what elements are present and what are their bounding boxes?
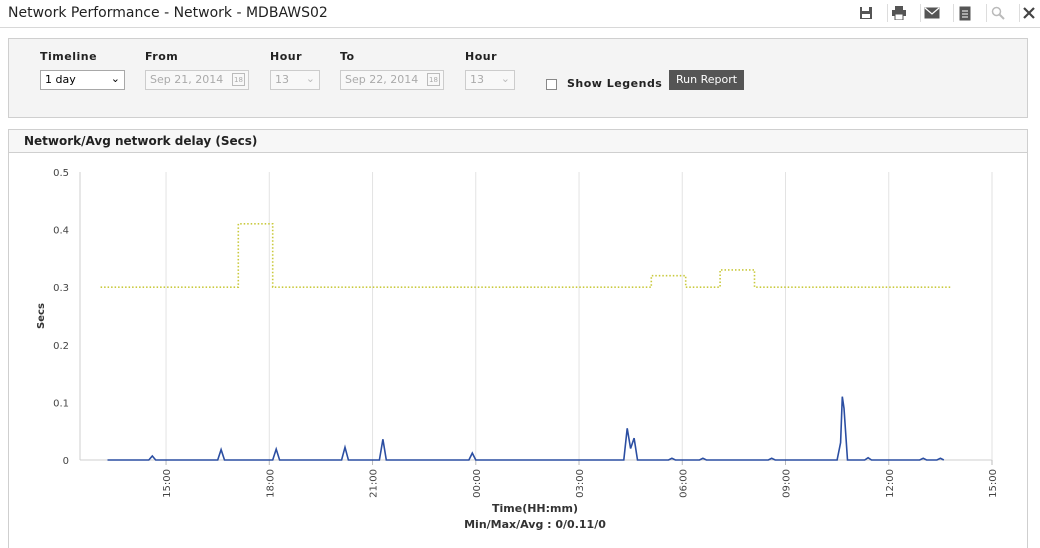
mail-icon[interactable] xyxy=(921,4,943,22)
chart-header: Network/Avg network delay (Secs) xyxy=(9,130,1027,153)
window-title: Network Performance - Network - MDBAWS02 xyxy=(8,5,328,21)
search-icon[interactable] xyxy=(987,4,1009,22)
from-hour-select[interactable]: 13 ⌄ xyxy=(270,70,320,90)
from-date-value: Sep 21, 2014 xyxy=(150,73,224,86)
chevron-down-icon: ⌄ xyxy=(110,72,120,85)
chevron-down-icon: ⌄ xyxy=(500,72,510,85)
run-report-button[interactable]: Run Report xyxy=(669,70,745,90)
chart-title: Network/Avg network delay (Secs) xyxy=(24,134,258,148)
chevron-down-icon: ⌄ xyxy=(305,72,315,85)
window-title-bar: Network Performance - Network - MDBAWS02 xyxy=(0,0,1040,28)
timeline-select[interactable]: 1 day ⌄ xyxy=(40,70,125,90)
to-date-value: Sep 22, 2014 xyxy=(345,73,419,86)
from-label: From xyxy=(145,50,179,63)
filter-panel: Timeline 1 day ⌄ From Sep 21, 2014 18 Ho… xyxy=(8,38,1028,118)
chart-panel: Network/Avg network delay (Secs) xyxy=(8,129,1028,548)
calendar-icon[interactable]: 18 xyxy=(427,73,440,86)
save-icon[interactable] xyxy=(855,4,877,22)
to-hour-select[interactable]: 13 ⌄ xyxy=(465,70,515,90)
from-hour-label: Hour xyxy=(270,50,303,63)
timeline-value: 1 day xyxy=(45,73,76,86)
report-icon[interactable] xyxy=(954,4,976,22)
show-legends-checkbox[interactable] xyxy=(546,79,557,90)
to-date-field[interactable]: Sep 22, 2014 18 xyxy=(340,70,444,90)
close-icon[interactable] xyxy=(1018,4,1040,22)
to-label: To xyxy=(340,50,355,63)
from-date-field[interactable]: Sep 21, 2014 18 xyxy=(145,70,249,90)
show-legends-label: Show Legends xyxy=(567,77,663,90)
calendar-icon[interactable]: 18 xyxy=(232,73,245,86)
timeline-label: Timeline xyxy=(40,50,98,63)
to-hour-value: 13 xyxy=(470,73,484,86)
to-hour-label: Hour xyxy=(465,50,498,63)
print-icon[interactable] xyxy=(888,4,910,22)
from-hour-value: 13 xyxy=(275,73,289,86)
